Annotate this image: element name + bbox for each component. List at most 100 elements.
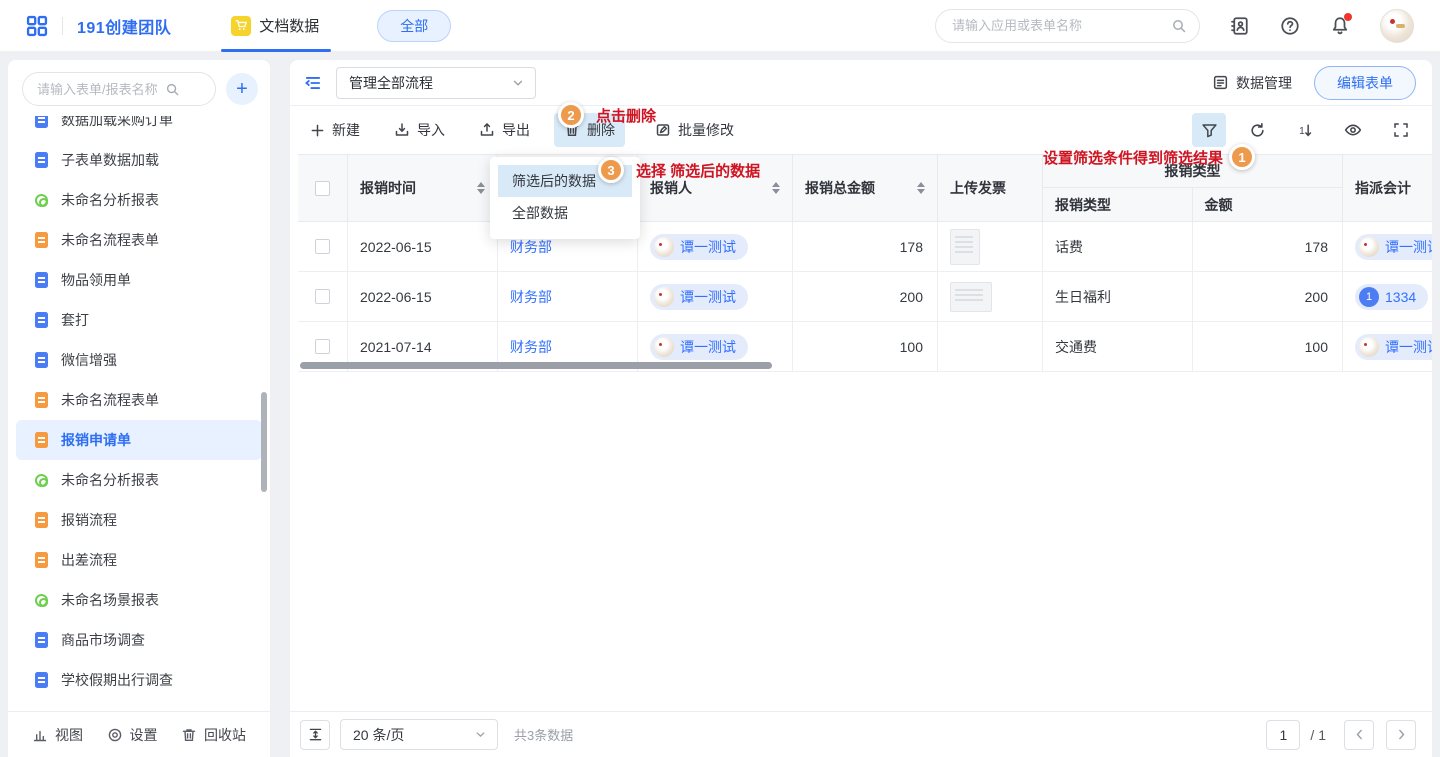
sidebar-item[interactable]: 未命名流程表单 <box>16 380 262 420</box>
sidebar-item-label: 未命名流程表单 <box>61 390 159 410</box>
fullscreen-button[interactable] <box>1384 113 1418 147</box>
cell-total: 100 <box>793 322 938 371</box>
views-button[interactable]: 视图 <box>32 725 83 745</box>
header-total[interactable]: 报销总金额 <box>793 155 938 221</box>
doc-icon <box>35 512 48 528</box>
edit-form-button[interactable]: 编辑表单 <box>1314 66 1416 100</box>
sidebar-item[interactable]: 子表单数据加载 <box>16 140 262 180</box>
sidebar-item[interactable]: 未命名场景报表 <box>16 580 262 620</box>
cell-date: 2022-06-15 <box>348 272 498 321</box>
sidebar-item[interactable]: 报销流程 <box>16 500 262 540</box>
sidebar-item[interactable]: 未命名分析报表 <box>16 180 262 220</box>
export-icon <box>479 122 495 138</box>
row-checkbox[interactable] <box>315 289 330 304</box>
scope-all-pill[interactable]: 全部 <box>377 10 451 42</box>
sidebar-item[interactable]: 商品市场调查 <box>16 620 262 660</box>
header-amount[interactable]: 金额 <box>1193 188 1343 221</box>
import-button[interactable]: 导入 <box>384 113 455 147</box>
menu-item-all-data[interactable]: 全部数据 <box>498 197 632 229</box>
collapse-sidebar-icon[interactable] <box>304 74 322 92</box>
recycle-bin-button[interactable]: 回收站 <box>181 725 246 745</box>
user-avatar-icon <box>654 337 674 357</box>
form-search-input[interactable] <box>37 82 165 97</box>
header-accountant[interactable]: 指派会计 <box>1343 155 1432 221</box>
doc-icon <box>35 352 48 368</box>
user-avatar[interactable] <box>1380 9 1414 43</box>
user-pill[interactable]: 谭一测试 <box>1355 334 1432 360</box>
column-visibility-button[interactable] <box>1336 113 1370 147</box>
form-search[interactable] <box>22 72 216 106</box>
annotation-text: 点击删除 <box>596 105 656 126</box>
eye-icon <box>1344 121 1362 139</box>
table-row[interactable]: 2022-06-15 财务部 谭一测试 178 话费 178 谭一测试 <box>298 222 1432 272</box>
select-all-checkbox[interactable] <box>315 181 330 196</box>
tab-document-data[interactable]: 文档数据 <box>231 0 319 52</box>
horizontal-scrollbar[interactable] <box>300 362 772 369</box>
dept-link[interactable]: 财务部 <box>510 287 552 307</box>
sidebar-item[interactable]: 未命名流程表单 <box>16 220 262 260</box>
add-form-button[interactable]: + <box>226 73 258 105</box>
page-size-select[interactable]: 20 条/页 <box>340 719 498 750</box>
sort-arrows-icon[interactable] <box>477 182 485 194</box>
refresh-button[interactable] <box>1240 113 1274 147</box>
user-pill[interactable]: 谭一测试 <box>1355 234 1432 260</box>
report-icon <box>35 474 48 487</box>
sort-arrows-icon[interactable] <box>772 182 780 194</box>
user-pill[interactable]: 谭一测试 <box>650 334 748 360</box>
sidebar-scrollbar[interactable] <box>261 392 267 492</box>
sidebar-item[interactable]: 学校假期出行调查 <box>16 660 262 700</box>
row-height-button[interactable] <box>300 720 330 750</box>
header-date[interactable]: 报销时间 <box>348 155 498 221</box>
contacts-icon[interactable] <box>1230 16 1250 36</box>
user-pill[interactable]: 谭一测试 <box>650 284 748 310</box>
batch-edit-button[interactable]: 批量修改 <box>645 113 744 147</box>
next-page-button[interactable] <box>1386 720 1416 750</box>
dept-link[interactable]: 财务部 <box>510 237 552 257</box>
sort-arrows-icon[interactable] <box>917 182 925 194</box>
data-manage-button[interactable]: 数据管理 <box>1212 73 1292 93</box>
flow-selector[interactable]: 管理全部流程 <box>336 67 536 99</box>
sidebar-item[interactable]: 物品领用单 <box>16 260 262 300</box>
page: + 数据加载采购订单 子表单数据加载 未命名分析报表 未命名流程表单 物品领用单… <box>0 52 1440 757</box>
sidebar-item[interactable]: 未命名分析报表 <box>16 460 262 500</box>
settings-button[interactable]: 设置 <box>107 725 158 745</box>
user-pill-label: 谭一测试 <box>680 287 736 307</box>
page-size-value: 20 条/页 <box>353 725 404 745</box>
notification-bell-icon[interactable] <box>1330 16 1350 36</box>
sidebar-item[interactable]: 套打 <box>16 300 262 340</box>
dept-link[interactable]: 财务部 <box>510 337 552 357</box>
team-name[interactable]: 191创建团队 <box>77 14 171 38</box>
search-icon[interactable] <box>1171 18 1187 34</box>
global-search[interactable] <box>935 9 1200 43</box>
sidebar-search-row: + <box>8 60 270 116</box>
row-checkbox[interactable] <box>315 339 330 354</box>
current-page-input[interactable]: 1 <box>1266 720 1300 750</box>
step-badge-3: 3 <box>598 157 624 183</box>
sort-icon: 1 <box>1297 122 1314 139</box>
sidebar-item[interactable]: 微信增强 <box>16 340 262 380</box>
cell-total: 200 <box>793 272 938 321</box>
invoice-thumbnail[interactable] <box>950 229 980 265</box>
sidebar-item[interactable]: 出差流程 <box>16 540 262 580</box>
table-row[interactable]: 2022-06-15 财务部 谭一测试 200 生日福利 200 11334 <box>298 272 1432 322</box>
user-pill[interactable]: 谭一测试 <box>650 234 748 260</box>
prev-page-button[interactable] <box>1344 720 1374 750</box>
chevron-right-icon <box>1395 728 1408 741</box>
row-checkbox[interactable] <box>315 239 330 254</box>
export-button[interactable]: 导出 <box>469 113 540 147</box>
global-search-input[interactable] <box>952 18 1171 33</box>
filter-button[interactable] <box>1192 113 1226 147</box>
sort-button[interactable]: 1 <box>1288 113 1322 147</box>
sidebar-item-selected[interactable]: 报销申请单 <box>16 420 262 460</box>
help-icon[interactable] <box>1280 16 1300 36</box>
total-count-text: 共3条数据 <box>514 725 573 744</box>
user-pill[interactable]: 11334 <box>1355 284 1428 310</box>
header-invoice[interactable]: 上传发票 <box>938 155 1043 221</box>
table-tools: 1 <box>1192 113 1418 147</box>
search-icon[interactable] <box>165 82 180 97</box>
user-avatar-icon <box>1359 237 1379 257</box>
header-type[interactable]: 报销类型 <box>1043 188 1193 221</box>
invoice-thumbnail[interactable] <box>950 282 992 312</box>
new-button[interactable]: 新建 <box>300 113 370 147</box>
app-grid-icon[interactable] <box>26 15 48 37</box>
